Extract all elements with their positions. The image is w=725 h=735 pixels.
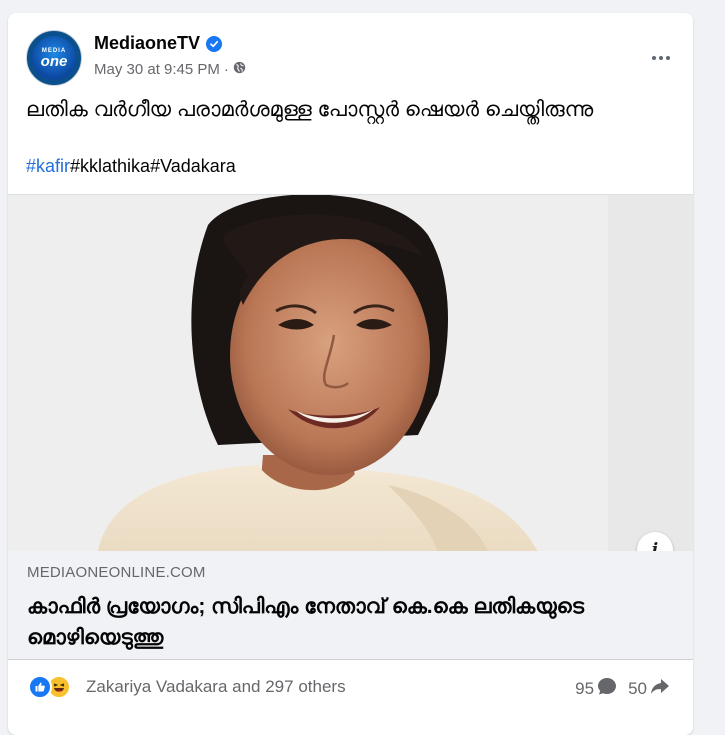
comments-count: 95 [575,678,595,698]
hashtag-kafir[interactable]: #kafir [26,156,70,176]
page-avatar[interactable]: MEDIA one [26,30,82,86]
hashtag-kklathika[interactable]: #kklathika [70,156,150,176]
comments-count-button[interactable]: 95 [575,675,618,702]
post-photo[interactable]: i [8,194,693,552]
mediaone-logo-icon: MEDIA one [32,36,76,80]
page-name-link[interactable]: MediaoneTV [94,33,223,54]
verified-badge-icon [206,35,223,52]
reaction-icons[interactable] [28,675,71,699]
reactions-summary[interactable]: Zakariya Vadakara and 297 others [86,677,346,697]
link-domain: MEDIAONEONLINE.COM [27,564,206,581]
post-text: ലതിക വർഗീയ പരാമർശമുള്ള പോസ്റ്റർ ഷെയർ ചെയ… [26,98,594,121]
post-timestamp[interactable]: May 30 at 9:45 PM [94,61,220,78]
link-preview[interactable]: MEDIAONEONLINE.COM കാഫിർ പ്രയോഗം; സിപിഎം… [8,551,693,660]
portrait-image [8,195,693,552]
more-options-icon[interactable] [643,40,679,76]
share-icon [649,675,671,702]
page-name: MediaoneTV [94,33,201,53]
shares-count: 50 [628,678,647,698]
post-header: MEDIA one MediaoneTV May 30 at 9:45 PM · [26,30,675,86]
engagement-bar: Zakariya Vadakara and 297 others 95 50 [8,659,693,711]
hashtag-vadakara[interactable]: #Vadakara [150,156,236,176]
shares-count-button[interactable]: 50 [628,675,671,702]
post-card: MEDIA one MediaoneTV May 30 at 9:45 PM ·… [8,13,693,735]
like-icon [28,675,52,699]
comment-icon [596,675,618,702]
link-title: കാഫിർ പ്രയോഗം; സിപിഎം നേതാവ് കെ.കെ ലതികയ… [27,595,585,649]
globe-icon[interactable] [233,61,246,78]
hashtags: #kafir#kklathika#Vadakara [26,154,236,178]
post-meta: May 30 at 9:45 PM · [94,61,246,78]
meta-separator: · [223,61,229,78]
engagement-counts: 95 50 [575,675,671,702]
